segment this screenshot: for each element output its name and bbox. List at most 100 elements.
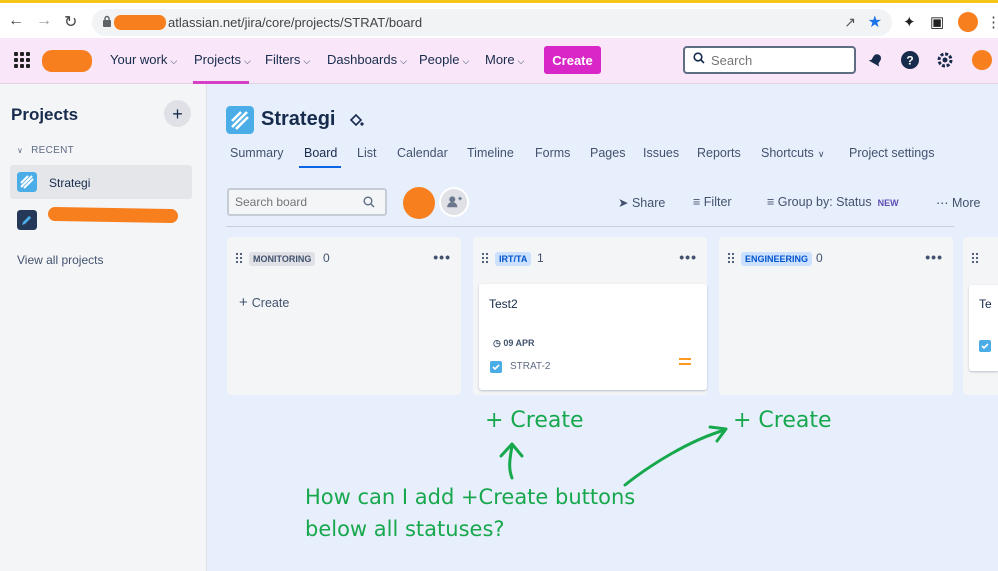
more-button[interactable]: ⋯ More	[936, 195, 980, 210]
sidebar-item-strategi[interactable]	[10, 165, 192, 199]
issue-card-partial[interactable]: Te	[969, 285, 998, 371]
browser-toolbar: ← → ↻ atlassian.net/jira/core/projects/S…	[0, 0, 998, 38]
tab-issues[interactable]: Issues	[643, 146, 679, 160]
forward-icon[interactable]: →	[36, 12, 52, 30]
reload-icon[interactable]: ↻	[64, 12, 77, 32]
side-panel-icon[interactable]: ▣	[930, 13, 944, 31]
project-icon	[17, 172, 37, 192]
search-icon	[363, 196, 375, 208]
status-lozenge: IRT/TA	[495, 252, 532, 266]
logo-redacted	[42, 50, 92, 72]
add-project-button[interactable]: +	[164, 100, 191, 127]
filter-icon: ≡	[693, 195, 704, 209]
create-button[interactable]: Create	[544, 46, 601, 74]
tab-shortcuts[interactable]: Shortcuts ∨	[761, 146, 824, 160]
filter-button[interactable]: ≡ Filter	[693, 195, 732, 209]
nav-more[interactable]: More ⌵	[485, 52, 524, 67]
annotation-question-line-1: How can I add +Create buttons	[305, 485, 636, 509]
bookmark-star-icon[interactable]: ★	[868, 12, 882, 32]
search-icon	[693, 52, 705, 64]
user-avatar[interactable]	[972, 50, 992, 70]
tab-board[interactable]: Board	[304, 146, 337, 160]
card-title: Test2	[489, 297, 518, 311]
column-more-icon[interactable]: •••	[925, 249, 943, 265]
tab-list[interactable]: List	[357, 146, 376, 160]
tab-summary[interactable]: Summary	[230, 146, 283, 160]
due-date: ◷ 09 APR	[493, 338, 535, 348]
nav-filters[interactable]: Filters ⌵	[265, 52, 310, 67]
drag-handle-icon[interactable]	[235, 252, 243, 264]
share-page-icon[interactable]: ↗	[844, 14, 856, 31]
column-count: 0	[816, 251, 823, 265]
app-switcher-icon[interactable]	[14, 52, 30, 68]
global-search[interactable]	[683, 46, 856, 74]
top-navigation: Your work ⌵ Projects ⌵ Filters ⌵ Dashboards…	[0, 38, 998, 84]
sidebar-item-label: Strategi	[49, 176, 91, 190]
issue-card[interactable]: Test2 ◷ 09 APR STRAT-2	[479, 284, 707, 390]
tab-reports[interactable]: Reports	[697, 146, 741, 160]
task-type-icon	[979, 340, 991, 352]
address-bar[interactable]: atlassian.net/jira/core/projects/STRAT/b…	[92, 9, 892, 36]
rocket-project-icon[interactable]	[17, 210, 37, 230]
chevron-down-icon: ∨	[817, 149, 825, 159]
new-badge: NEW	[877, 198, 899, 208]
help-icon[interactable]: ?	[900, 50, 920, 70]
chevron-down-icon: ⌵	[517, 56, 525, 66]
board-search-input[interactable]	[235, 194, 355, 210]
column-count: 0	[323, 251, 330, 265]
annotation-question-line-2: below all statuses?	[305, 517, 505, 541]
board-search[interactable]	[227, 188, 387, 216]
nav-projects[interactable]: Projects ⌵	[194, 52, 251, 67]
extensions-icon[interactable]: ✦	[903, 13, 916, 31]
notifications-icon[interactable]	[866, 50, 886, 70]
chevron-down-icon: ∨	[17, 146, 24, 155]
column-more-icon[interactable]: •••	[433, 249, 451, 265]
assignee-avatar[interactable]	[403, 187, 435, 219]
settings-gear-icon[interactable]	[935, 50, 955, 70]
issue-key[interactable]: STRAT-2	[510, 361, 550, 372]
lock-icon	[103, 15, 111, 27]
plus-icon: +	[239, 294, 248, 311]
redacted-scribble	[114, 15, 166, 30]
board-column-engineering: ENGINEERING 0 •••	[719, 237, 953, 395]
chevron-down-icon: ⌵	[462, 56, 470, 66]
back-icon[interactable]: ←	[8, 12, 24, 30]
more-dots-icon: ⋯	[936, 196, 952, 210]
drag-handle-icon[interactable]	[727, 252, 735, 264]
tab-project-settings[interactable]: Project settings	[849, 146, 934, 160]
chevron-down-icon: ⌵	[243, 56, 251, 66]
board-column-irt-ta: IRT/TA 1 ••• Test2 ◷ 09 APR STRAT-2	[473, 237, 707, 395]
view-all-projects-link[interactable]: View all projects	[17, 253, 103, 267]
recent-section[interactable]: ∨ RECENT	[17, 145, 74, 156]
tabs-divider	[226, 226, 954, 227]
status-lozenge: ENGINEERING	[741, 252, 813, 266]
tab-pages[interactable]: Pages	[590, 146, 625, 160]
status-lozenge: MONITORING	[249, 252, 316, 266]
nav-your-work[interactable]: Your work ⌵	[110, 52, 177, 67]
nav-dashboards[interactable]: Dashboards ⌵	[327, 52, 407, 67]
project-avatar-icon	[226, 106, 254, 134]
task-type-icon	[490, 361, 502, 373]
active-tab-indicator	[299, 166, 341, 168]
column-more-icon[interactable]: •••	[679, 249, 697, 265]
browser-profile-avatar[interactable]	[958, 12, 978, 32]
drag-handle-icon[interactable]	[971, 252, 979, 264]
tab-timeline[interactable]: Timeline	[467, 146, 514, 160]
tab-forms[interactable]: Forms	[535, 146, 570, 160]
nav-people[interactable]: People ⌵	[419, 52, 469, 67]
clock-icon: ◷	[493, 338, 504, 348]
drag-handle-icon[interactable]	[481, 252, 489, 264]
column-count: 1	[537, 251, 544, 265]
add-people-icon[interactable]	[439, 187, 469, 217]
project-title: Strategi	[261, 108, 336, 130]
search-input[interactable]	[711, 52, 851, 68]
tab-calendar[interactable]: Calendar	[397, 146, 448, 160]
share-button[interactable]: ➤ Share	[618, 195, 665, 210]
column-create-button[interactable]: + Create	[239, 294, 289, 311]
url-text: atlassian.net/jira/core/projects/STRAT/b…	[168, 15, 423, 30]
annotation-create-1: + Create	[485, 408, 584, 433]
browser-menu-icon[interactable]: ⋮	[986, 13, 998, 31]
group-by-button[interactable]: ≡ Group by: Status NEW	[767, 195, 899, 209]
paint-bucket-icon[interactable]	[348, 112, 364, 128]
chevron-down-icon: ⌵	[170, 56, 178, 66]
